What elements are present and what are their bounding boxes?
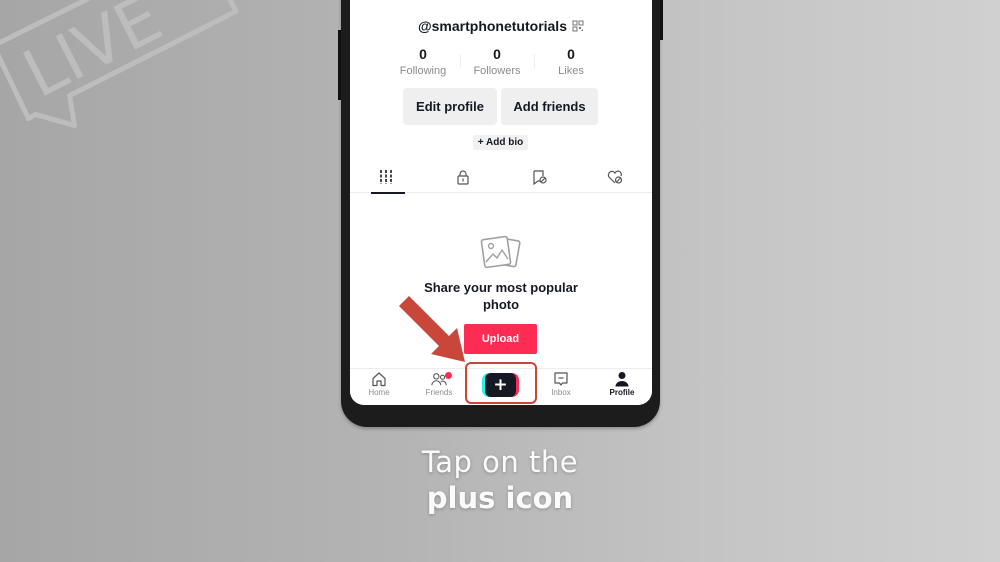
stat-value: 0 [493, 46, 501, 62]
photo-icon [480, 235, 521, 269]
stat-likes[interactable]: 0 Likes [534, 46, 608, 77]
nav-label: Profile [609, 388, 635, 397]
caption-line-1: Tap on the [421, 445, 579, 479]
stat-label: Followers [473, 65, 521, 77]
reposts-icon [533, 169, 547, 185]
nav-label: Friends [425, 388, 453, 397]
stat-followers[interactable]: 0 Followers [460, 46, 534, 77]
instruction-caption: Tap on the plus icon [0, 444, 1000, 516]
volume-button [338, 30, 341, 100]
stat-value: 0 [419, 46, 427, 62]
live-text: LIVE [11, 0, 173, 113]
content-tabs [350, 160, 652, 194]
qr-code-icon[interactable] [572, 20, 584, 32]
inbox-icon [554, 372, 568, 386]
notification-badge [445, 372, 452, 379]
edit-profile-button[interactable]: Edit profile [403, 88, 497, 125]
add-friends-button[interactable]: Add friends [501, 88, 598, 125]
tab-videos[interactable] [367, 160, 405, 194]
stat-label: Following [399, 65, 447, 77]
home-icon [372, 372, 386, 387]
nav-label: Inbox [551, 388, 571, 397]
nav-profile[interactable]: Profile [597, 371, 647, 403]
videos-grid-icon [380, 169, 392, 184]
nav-friends[interactable]: Friends [414, 371, 464, 403]
tab-private[interactable] [444, 160, 482, 193]
nav-home[interactable]: Home [354, 371, 404, 403]
power-button [660, 0, 663, 40]
tab-reposts[interactable] [520, 160, 558, 193]
profile-icon [615, 372, 629, 387]
caption-line-2: plus icon [426, 481, 574, 515]
live-speech-bubble-icon: LIVE [0, 0, 239, 129]
stat-label: Likes [558, 65, 584, 77]
add-bio-button[interactable]: + Add bio [473, 135, 528, 150]
profile-stats: 0 Following 0 Followers 0 Likes [386, 46, 608, 77]
liked-heart-icon [607, 170, 623, 184]
nav-inbox[interactable]: Inbox [536, 371, 586, 403]
private-lock-icon [457, 169, 469, 185]
red-arrow-pointer-icon [399, 296, 465, 362]
plus-icon-highlight [465, 362, 537, 404]
stat-following[interactable]: 0 Following [386, 46, 460, 77]
live-watermark: LIVE [0, 0, 248, 129]
nav-label: Home [368, 388, 390, 397]
username-row: @smartphonetutorials [350, 18, 652, 34]
username: @smartphonetutorials [417, 18, 567, 34]
stat-value: 0 [567, 46, 575, 62]
tab-liked[interactable] [596, 160, 634, 193]
profile-actions: Edit profile Add friends [403, 88, 598, 125]
